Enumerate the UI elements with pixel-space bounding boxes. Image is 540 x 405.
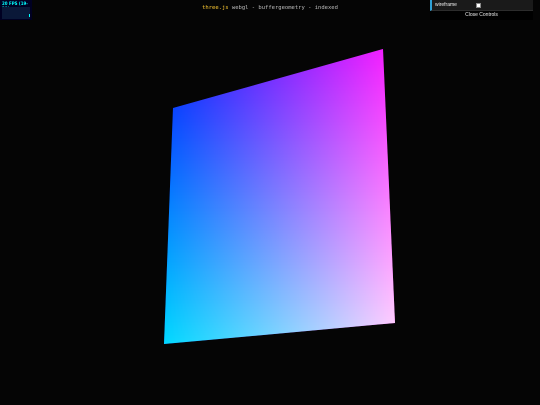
threejs-link[interactable]: three.js xyxy=(202,5,229,11)
close-controls-button[interactable]: Close Controls xyxy=(430,11,533,20)
wireframe-checkbox[interactable] xyxy=(476,2,481,8)
render-canvas[interactable] xyxy=(0,0,540,405)
controls-panel: wireframe Close Controls xyxy=(430,0,533,20)
title-text: webgl - buffergeometry - indexed xyxy=(228,5,338,11)
fps-graph-bar xyxy=(29,14,30,17)
wireframe-row[interactable]: wireframe xyxy=(430,0,533,11)
color-plane xyxy=(164,49,395,344)
wireframe-label: wireframe xyxy=(435,2,457,8)
plane-bottom-gradient xyxy=(164,49,395,344)
